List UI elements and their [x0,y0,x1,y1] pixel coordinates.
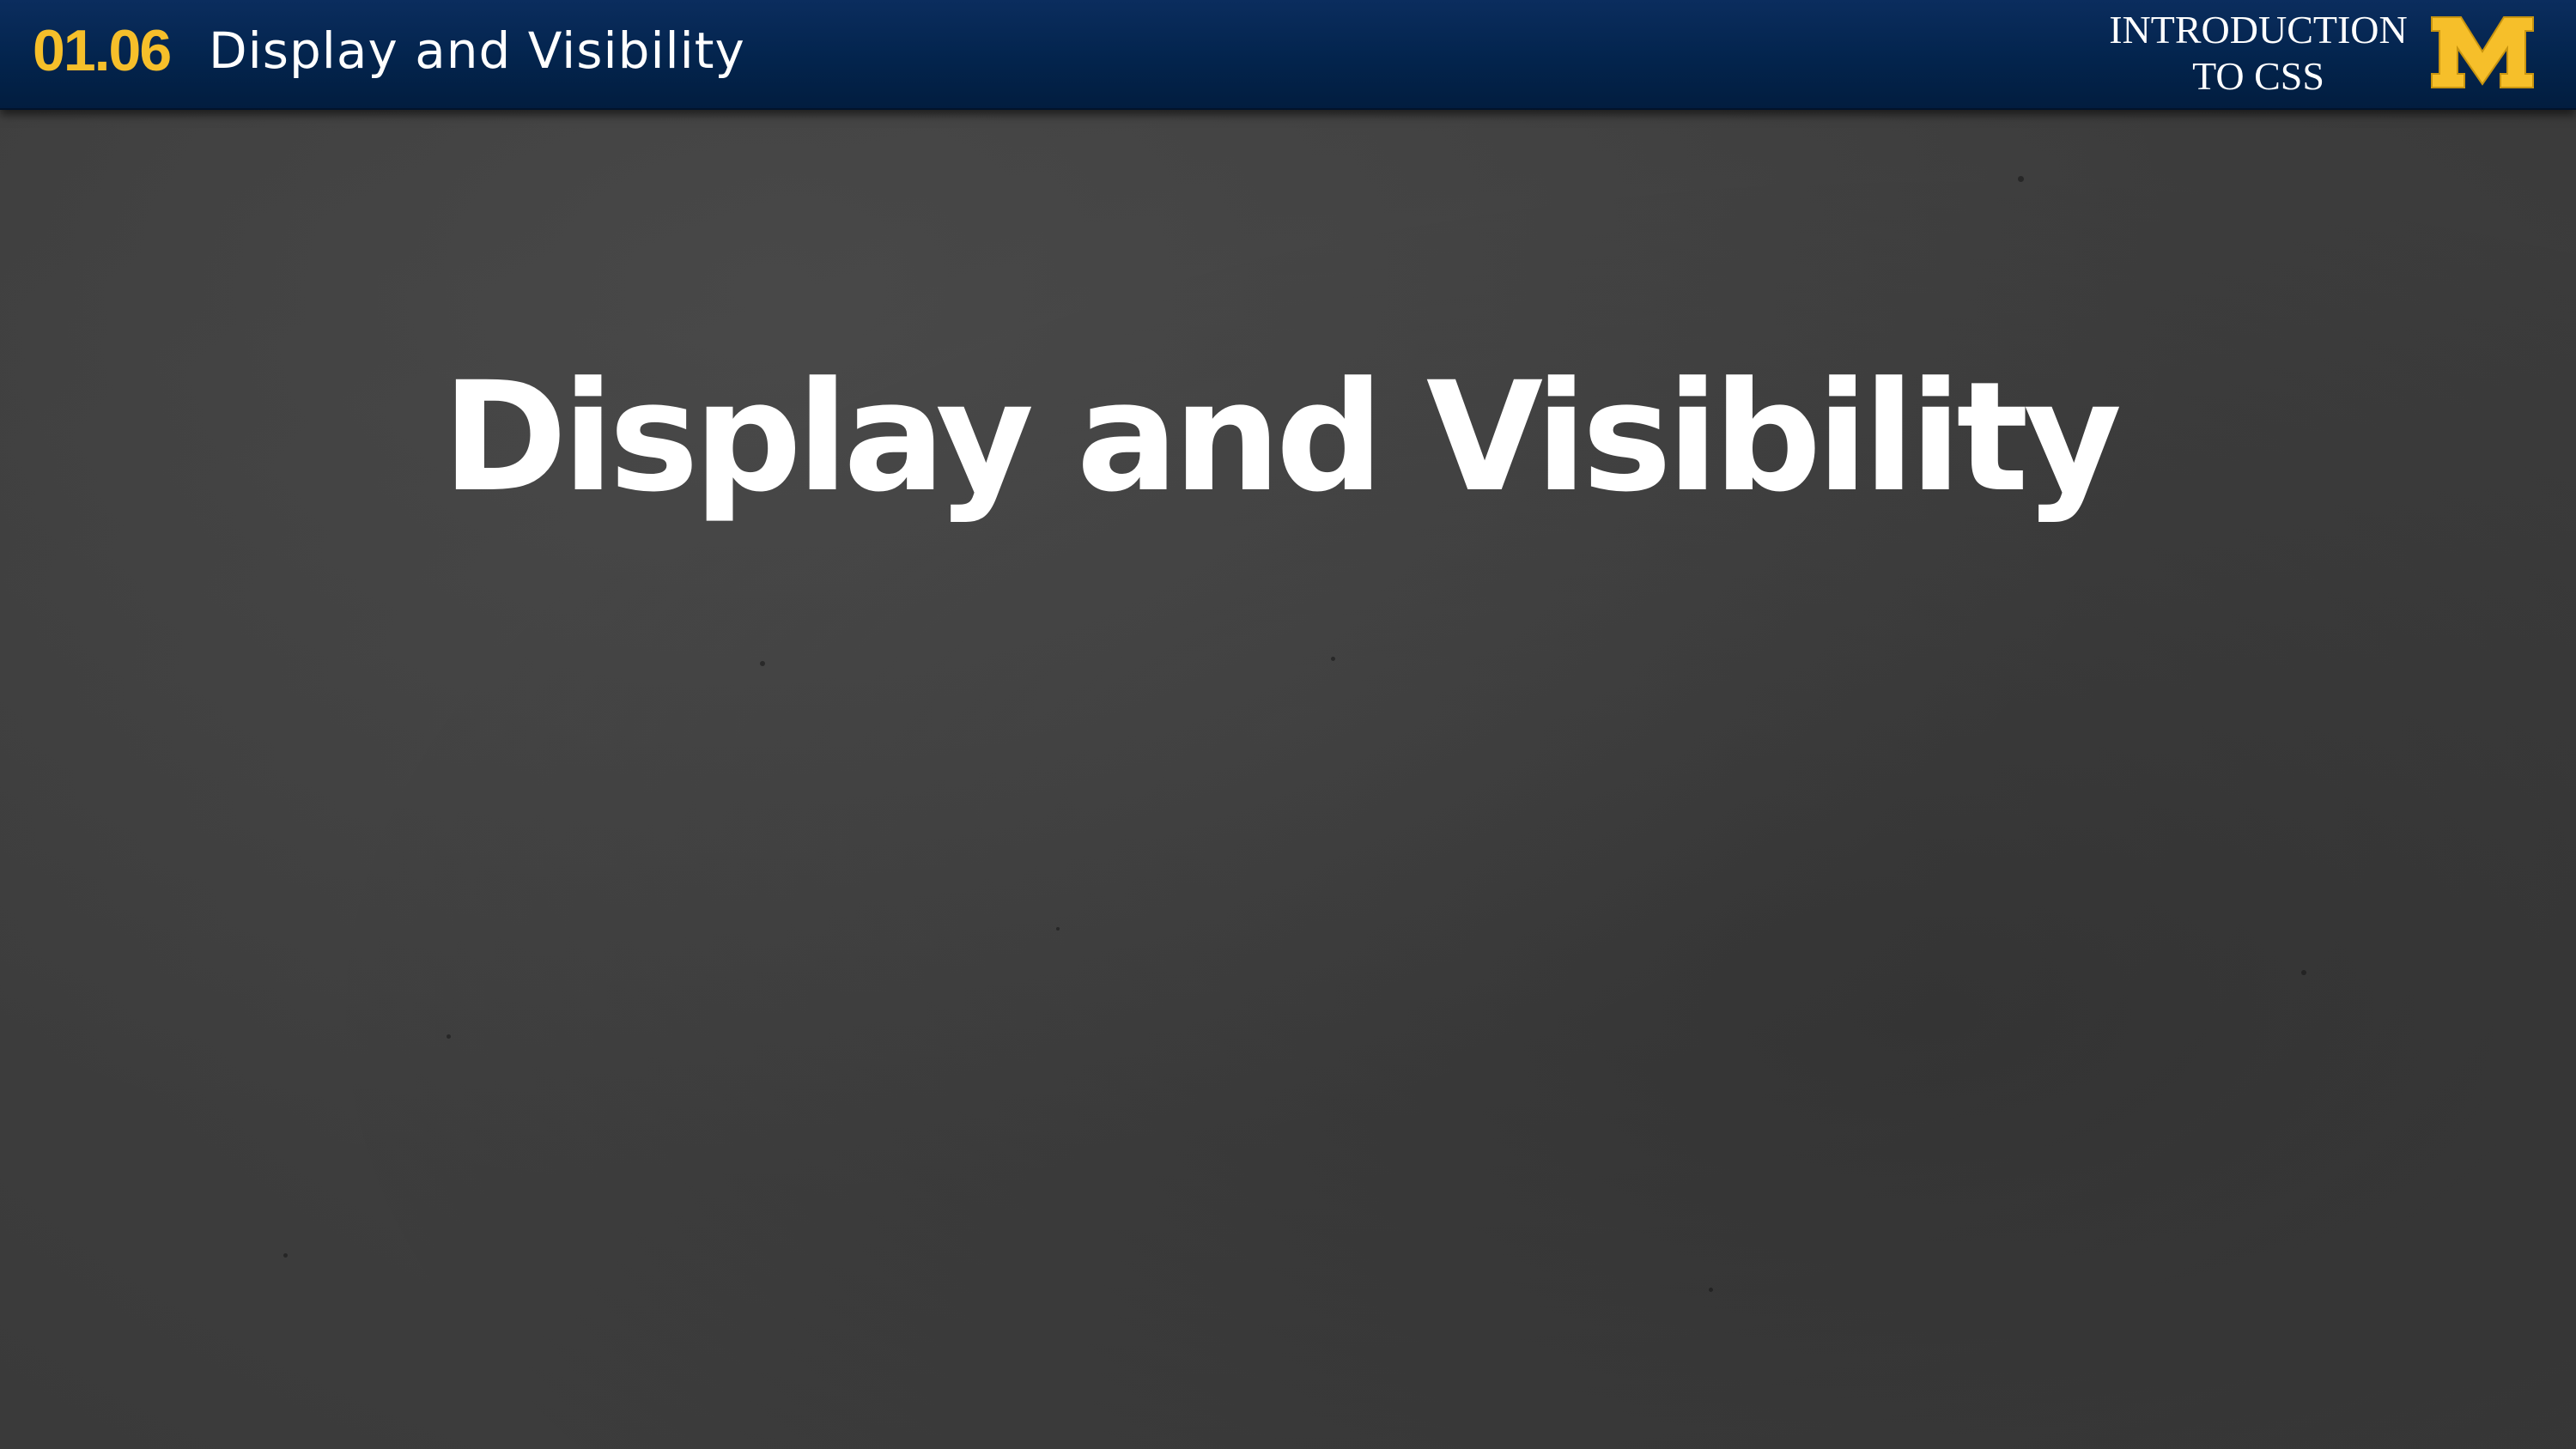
block-m-logo-icon [2431,16,2534,88]
course-name: INTRODUCTION TO CSS [2095,7,2421,100]
slide-title: Display and Visibility [441,349,2123,525]
header-title: Display and Visibility [209,21,745,80]
header-bar: 01.06 Display and Visibility INTRODUCTIO… [0,0,2576,110]
course-name-line-1: INTRODUCTION [2109,8,2408,52]
course-name-line-2: TO CSS [2192,54,2324,98]
lesson-number: 01.06 [33,18,172,83]
slide-background [0,0,2576,1449]
